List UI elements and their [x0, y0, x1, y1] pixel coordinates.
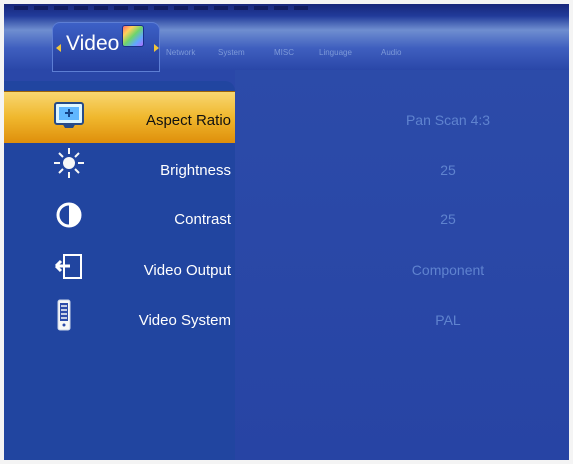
- top-dash-decoration: [14, 6, 314, 10]
- active-tab-label: Video: [66, 32, 120, 55]
- tab-network[interactable]: Network: [166, 48, 195, 57]
- setting-value-video-system[interactable]: PAL: [368, 312, 528, 328]
- setting-label-video-system[interactable]: Video System: [139, 312, 231, 329]
- setting-value-brightness[interactable]: 25: [368, 162, 528, 178]
- setting-label-video-output[interactable]: Video Output: [144, 262, 231, 279]
- tab-right-arrow-icon[interactable]: [154, 44, 159, 52]
- aspect-ratio-icon: [54, 102, 84, 128]
- setting-label-aspect-ratio[interactable]: Aspect Ratio: [146, 112, 231, 129]
- tab-left-arrow-icon[interactable]: [56, 44, 61, 52]
- setting-value-video-output[interactable]: Component: [368, 262, 528, 278]
- tab-linguage[interactable]: Linguage: [319, 48, 352, 57]
- video-tab-icon: [123, 26, 143, 46]
- setting-value-contrast[interactable]: 25: [368, 211, 528, 227]
- brightness-icon: [54, 148, 84, 178]
- tab-system[interactable]: System: [218, 48, 245, 57]
- video-output-icon: [54, 254, 82, 279]
- video-system-icon: [57, 299, 71, 331]
- contrast-icon: [56, 202, 82, 228]
- setting-label-brightness[interactable]: Brightness: [160, 162, 231, 179]
- tab-misc[interactable]: MISC: [274, 48, 294, 57]
- tab-audio[interactable]: Audio: [381, 48, 401, 57]
- setting-label-contrast[interactable]: Contrast: [174, 211, 231, 228]
- setting-value-aspect-ratio[interactable]: Pan Scan 4:3: [368, 112, 528, 128]
- settings-screen: Video Network System MISC Linguage Audio…: [4, 4, 569, 460]
